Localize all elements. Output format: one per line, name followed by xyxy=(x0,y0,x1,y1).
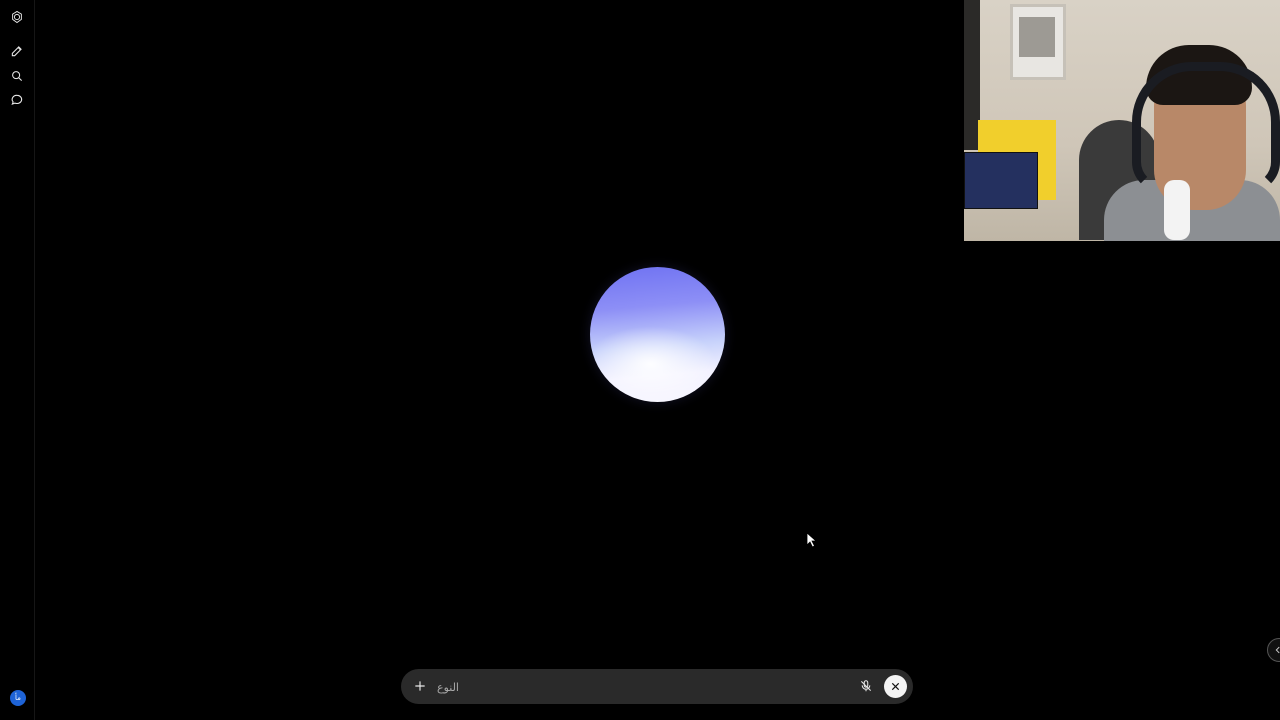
chats-button[interactable] xyxy=(5,88,29,112)
collapse-panel-button[interactable] xyxy=(1267,638,1280,662)
new-chat-button[interactable] xyxy=(5,39,29,63)
chevron-left-icon xyxy=(1275,646,1280,654)
plus-icon xyxy=(415,681,425,691)
sidebar: مأ xyxy=(0,0,35,720)
mouse-cursor-icon xyxy=(806,532,818,548)
prompt-input[interactable] xyxy=(435,677,849,697)
edit-icon xyxy=(11,46,22,57)
end-voice-button[interactable] xyxy=(884,675,907,698)
chat-bubble-icon xyxy=(11,94,23,105)
avatar[interactable]: مأ xyxy=(10,690,26,706)
webcam-overlay xyxy=(964,0,1280,241)
search-button[interactable] xyxy=(5,64,29,88)
add-attachment-button[interactable] xyxy=(411,677,429,695)
search-icon xyxy=(12,71,23,82)
openai-logo-icon[interactable] xyxy=(5,5,29,29)
voice-orb xyxy=(590,267,725,402)
close-icon xyxy=(891,682,900,691)
mute-mic-button[interactable] xyxy=(857,677,875,695)
mic-off-icon xyxy=(860,680,872,692)
voice-composer-bar xyxy=(401,669,913,704)
